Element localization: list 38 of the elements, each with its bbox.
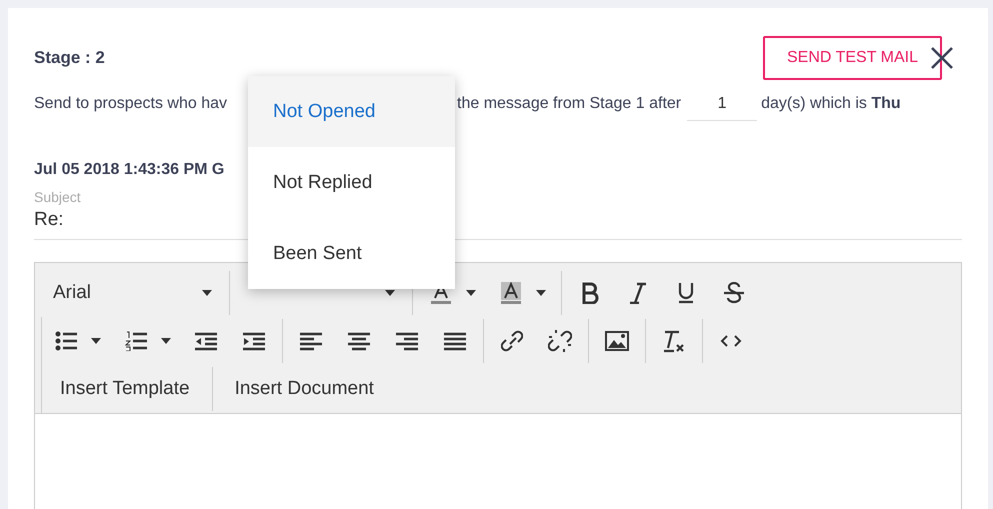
dropdown-option[interactable]: Been Sent [248, 218, 455, 289]
highlight-color-icon[interactable] [500, 282, 522, 304]
underline-icon[interactable] [677, 282, 695, 304]
unlink-icon[interactable] [548, 329, 572, 353]
font-select[interactable]: Arial [41, 271, 225, 315]
dropdown-option[interactable]: Not Opened [248, 76, 455, 147]
send-test-mail-button[interactable]: SEND TEST MAIL [763, 36, 942, 80]
outdent-icon[interactable] [195, 332, 217, 350]
align-right-icon[interactable] [396, 332, 418, 350]
clear-formatting-icon[interactable] [662, 329, 686, 353]
subject-label: Subject [34, 189, 81, 205]
caret-icon[interactable] [535, 289, 547, 297]
image-icon[interactable] [605, 331, 629, 351]
bulleted-list-icon[interactable] [55, 331, 77, 351]
rule-text: day(s) which is Thu [761, 95, 901, 113]
rule-text: Send to prospects who hav [34, 95, 228, 113]
toolbar-button[interactable]: Insert Template [42, 367, 208, 411]
justify-icon[interactable] [444, 332, 466, 350]
caret-icon[interactable] [160, 337, 172, 345]
rule-text: the message from Stage 1 after [457, 95, 682, 113]
align-left-icon[interactable] [300, 332, 322, 350]
numbered-list-icon[interactable] [125, 331, 147, 351]
bold-icon[interactable] [581, 282, 599, 304]
dropdown-option[interactable]: Not Replied [248, 147, 455, 218]
close-icon[interactable] [930, 46, 954, 70]
indent-icon[interactable] [243, 332, 265, 350]
date-text: Jul 05 2018 1:43:36 PM G [34, 161, 226, 179]
caret-icon [201, 289, 213, 297]
subject-value[interactable]: Re: [34, 209, 64, 231]
toolbar-button[interactable]: Insert Document [216, 367, 392, 411]
link-icon[interactable] [501, 329, 523, 353]
code-icon[interactable] [720, 334, 742, 348]
caret-icon[interactable] [90, 337, 102, 345]
align-center-icon[interactable] [348, 332, 370, 350]
italic-icon[interactable] [629, 282, 647, 304]
caret-icon[interactable] [465, 289, 477, 297]
strikethrough-icon[interactable] [723, 282, 745, 304]
stage-title: Stage : 2 [34, 48, 105, 68]
